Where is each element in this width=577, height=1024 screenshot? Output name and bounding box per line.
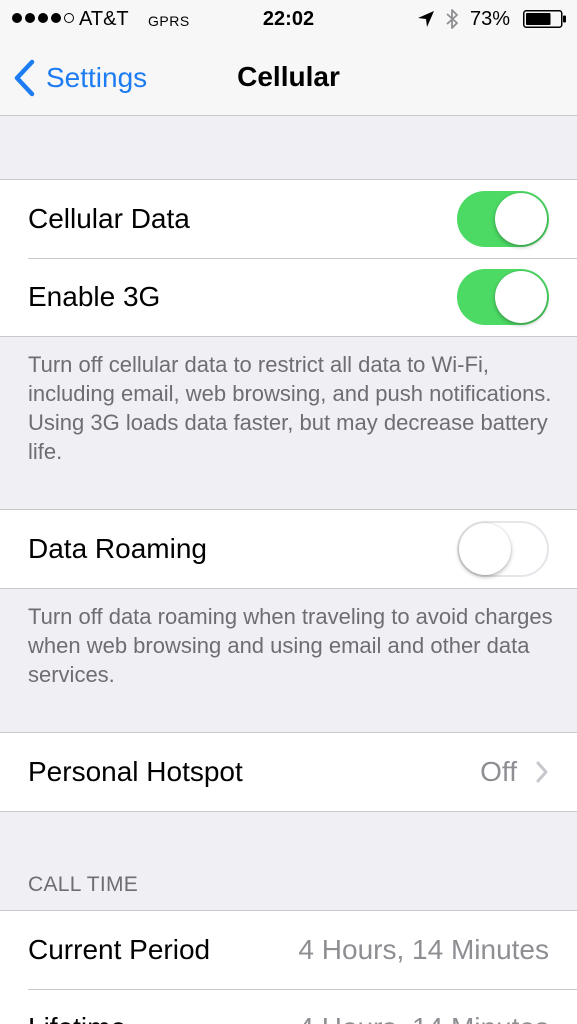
- lifetime-value: 4 Hours, 14 Minutes: [298, 1012, 549, 1024]
- data-roaming-group: Data Roaming: [0, 509, 577, 589]
- cellular-data-row: Cellular Data: [0, 180, 577, 258]
- location-icon: [418, 11, 434, 27]
- current-period-value: 4 Hours, 14 Minutes: [298, 934, 549, 965]
- toggle-knob: [495, 193, 547, 245]
- cellular-data-toggle[interactable]: [457, 191, 549, 247]
- call-time-group: Current Period 4 Hours, 14 Minutes Lifet…: [0, 910, 577, 1024]
- toggle-knob: [495, 271, 547, 323]
- data-roaming-row: Data Roaming: [0, 510, 577, 588]
- cellular-data-group: Cellular Data Enable 3G: [0, 179, 577, 337]
- personal-hotspot-row[interactable]: Personal Hotspot Off: [0, 733, 577, 811]
- data-roaming-label: Data Roaming: [28, 533, 207, 564]
- chevron-right-icon: [536, 761, 548, 783]
- page-title: Cellular: [237, 61, 340, 92]
- current-period-row: Current Period 4 Hours, 14 Minutes: [0, 911, 577, 989]
- call-time-header: CALL TIME: [28, 873, 139, 896]
- personal-hotspot-value: Off: [480, 756, 517, 787]
- cellular-data-label: Cellular Data: [28, 203, 190, 234]
- status-bar: AT&T GPRS 22:02 73%: [0, 0, 577, 38]
- data-roaming-footer: Turn off data roaming when traveling to …: [28, 604, 553, 687]
- battery-icon: [523, 10, 566, 28]
- enable-3g-toggle[interactable]: [457, 269, 549, 325]
- current-period-label: Current Period: [28, 934, 211, 965]
- cellular-data-footer: Turn off cellular data to restrict all d…: [28, 352, 552, 464]
- bluetooth-icon: [446, 9, 458, 29]
- lifetime-label: Lifetime: [28, 1012, 298, 1024]
- personal-hotspot-group: Personal Hotspot Off: [0, 732, 577, 812]
- toggle-knob: [459, 523, 511, 575]
- battery-percent: 73%: [470, 8, 511, 30]
- lifetime-row: Lifetime 4 Hours, 14 Minutes: [0, 989, 577, 1024]
- personal-hotspot-label: Personal Hotspot: [28, 756, 243, 787]
- data-roaming-toggle[interactable]: [457, 521, 549, 577]
- enable-3g-label: Enable 3G: [28, 281, 161, 312]
- enable-3g-row: Enable 3G: [0, 258, 577, 336]
- navigation-bar: Settings Cellular: [0, 38, 577, 116]
